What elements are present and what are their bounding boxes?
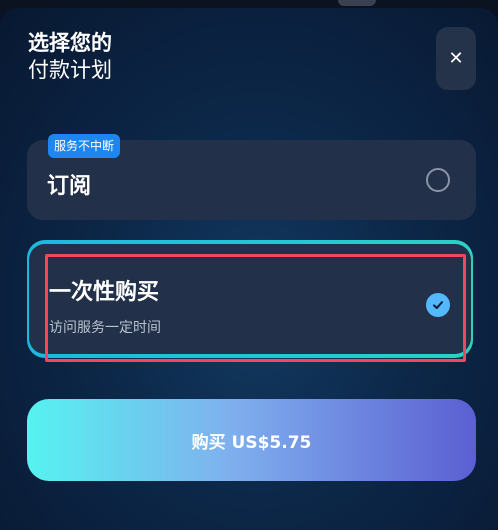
status-badge: 服务不中断 <box>48 134 121 158</box>
backdrop-handle <box>338 0 376 6</box>
radio-subscription[interactable] <box>426 168 450 192</box>
page-title: 选择您的 付款计划 <box>28 30 112 84</box>
plan-description-one-time: 访问服务一定时间 <box>49 320 161 336</box>
close-button[interactable]: ✕ <box>436 27 476 90</box>
title-line-1: 选择您的 <box>28 31 112 55</box>
plan-name-one-time: 一次性购买 <box>49 280 160 305</box>
radio-one-time[interactable] <box>426 293 450 317</box>
plan-name-subscription: 订阅 <box>47 174 92 199</box>
checkmark-icon <box>433 301 443 309</box>
plan-card-one-time[interactable]: 一次性购买 访问服务一定时间 <box>29 244 471 354</box>
buy-button[interactable]: 购买 US$5.75 <box>27 399 476 481</box>
close-icon: ✕ <box>448 48 464 69</box>
title-line-2: 付款计划 <box>28 58 112 82</box>
